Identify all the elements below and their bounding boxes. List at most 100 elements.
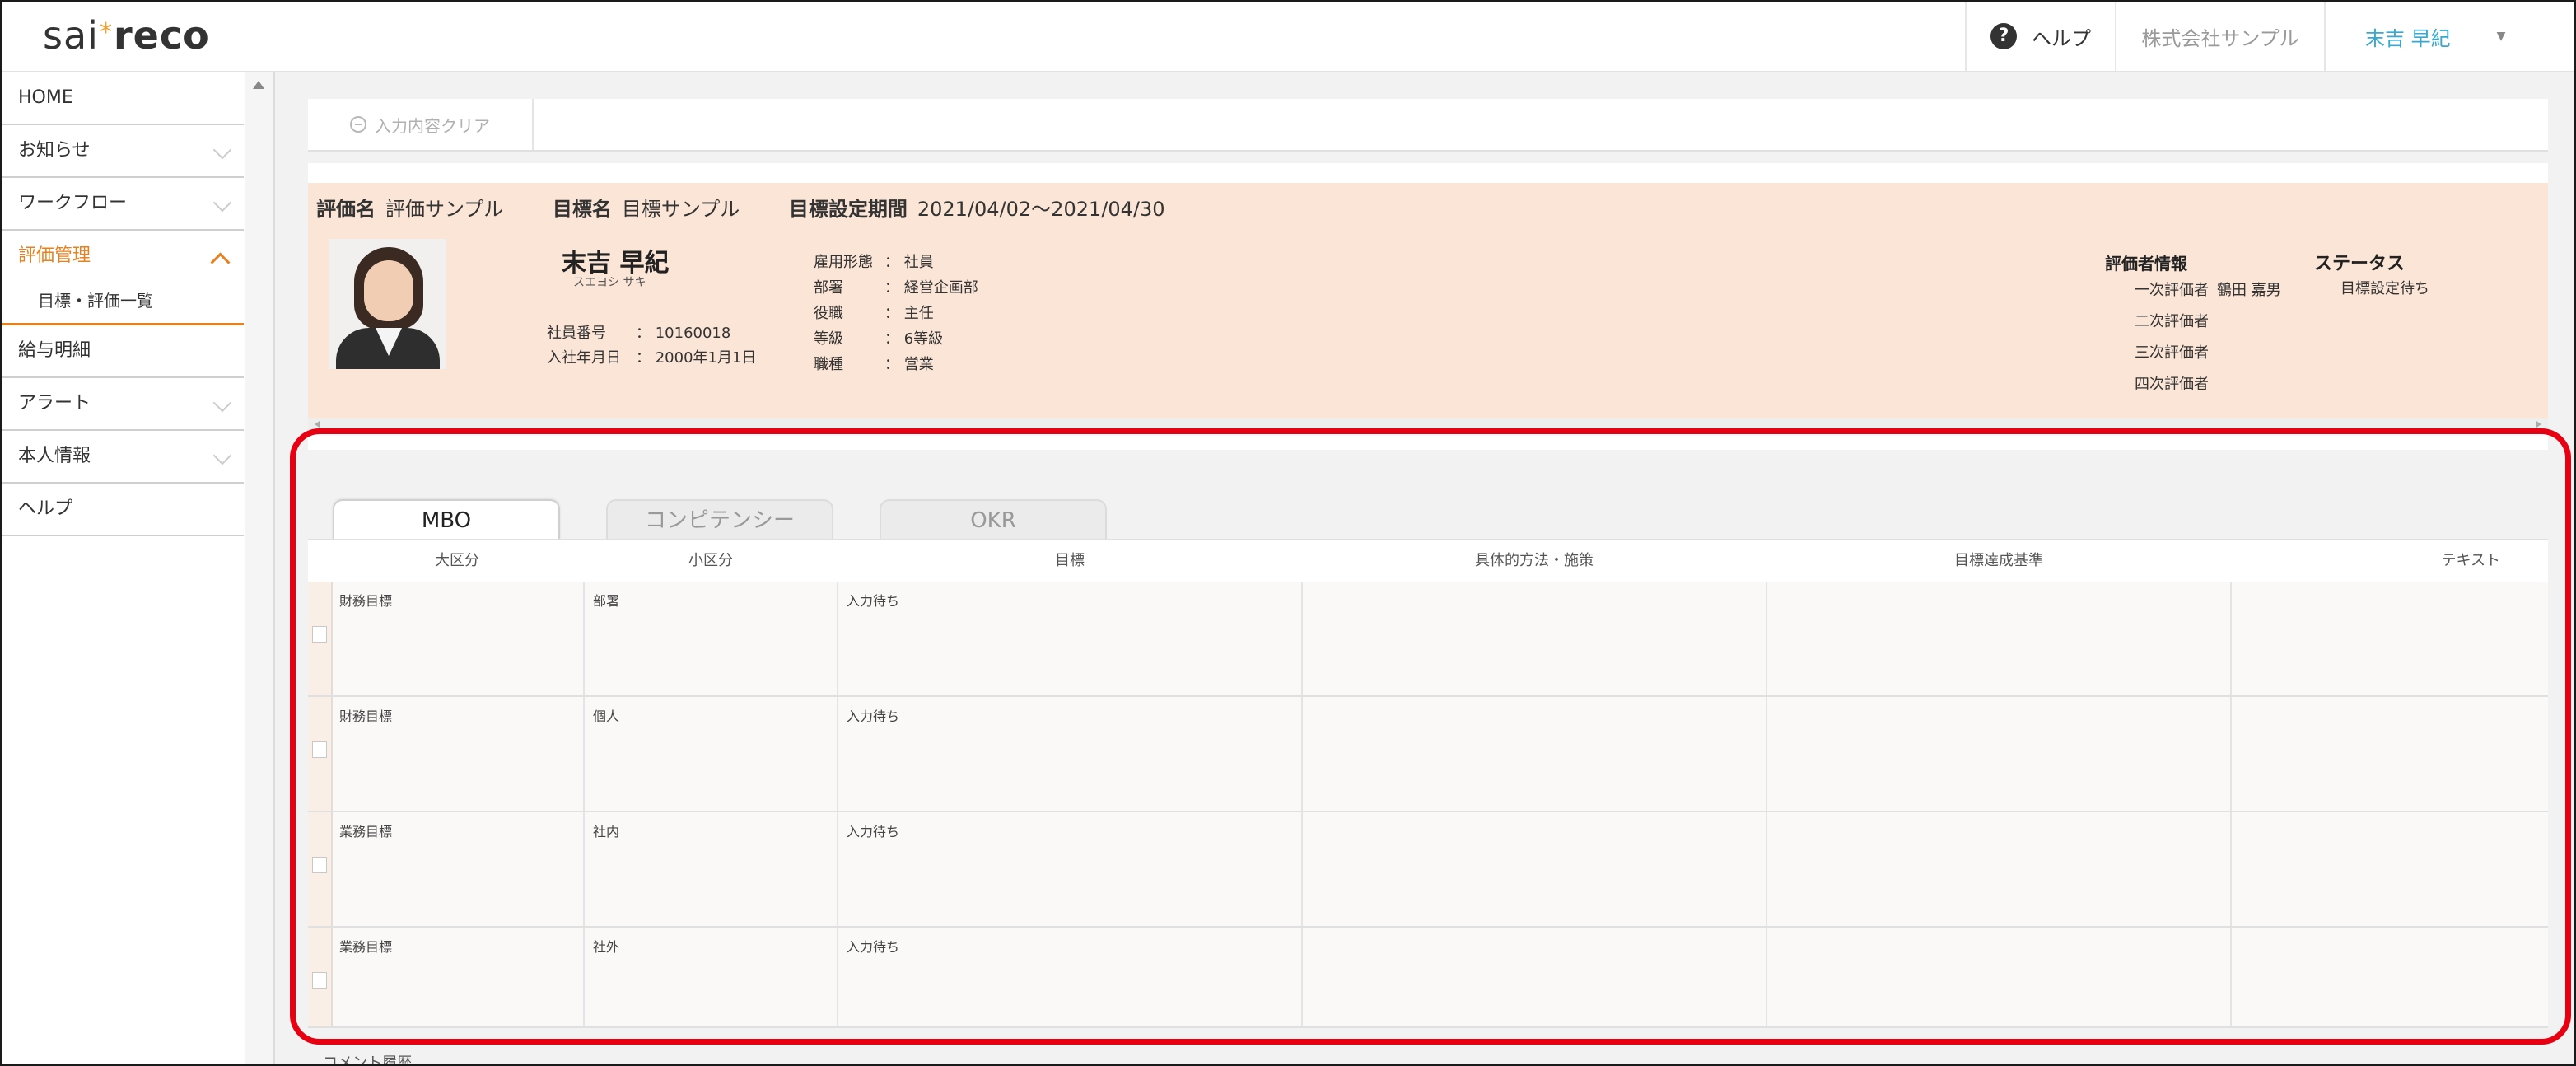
table-row[interactable]: 業務目標 社外 入力待ち — [308, 928, 2548, 1028]
sidebar-item-alert[interactable]: アラート — [2, 378, 244, 431]
evaluator-name: 鶴田 嘉男 — [2217, 282, 2281, 299]
row-drag-handle[interactable] — [308, 697, 333, 811]
cell-goal[interactable]: 入力待ち — [838, 928, 1303, 1026]
cell-minor[interactable]: 社内 — [585, 812, 838, 926]
user-name: 末吉 早紀 — [2365, 26, 2451, 50]
logo[interactable]: sai*reco — [43, 13, 210, 58]
column-header-criteria: 目標達成基準 — [1954, 552, 2043, 569]
tab-competency[interactable]: コンピテンシー — [606, 499, 833, 539]
header-company-name: 株式会社サンプル — [2115, 2, 2324, 71]
row-checkbox[interactable] — [312, 972, 327, 989]
sidebar-item-profile[interactable]: 本人情報 — [2, 431, 244, 484]
horizontal-scrollbar[interactable] — [308, 418, 2548, 430]
cell-criteria[interactable] — [1767, 582, 2232, 695]
row-checkbox[interactable] — [312, 741, 327, 758]
cell-minor[interactable]: 部署 — [585, 582, 838, 695]
detail-value: ： 経営企画部 — [884, 279, 978, 297]
cell-method[interactable] — [1303, 928, 1767, 1026]
detail-value: ： 営業 — [884, 356, 934, 373]
sidebar-item-notices[interactable]: お知らせ — [2, 125, 244, 178]
sidebar-subitem-goal-list[interactable]: 目標・評価一覧 — [2, 282, 244, 325]
detail-label: 等級 — [814, 330, 843, 348]
header-user-menu[interactable]: 末吉 早紀 ▼ — [2324, 2, 2574, 71]
sidebar-item-label: お知らせ — [18, 140, 91, 161]
evaluator-info-title: 評価者情報 — [2105, 254, 2187, 274]
column-header-major: 大区分 — [435, 552, 479, 569]
evaluator-label: 四次評価者 — [2135, 376, 2209, 393]
cell-text[interactable] — [2232, 812, 2548, 926]
company-label: 株式会社サンプル — [2141, 26, 2299, 50]
cell-text[interactable] — [2232, 582, 2548, 695]
target-name-label: 目標名 — [552, 198, 612, 221]
sidebar-item-label: 評価管理 — [18, 245, 91, 266]
sidebar-item-label: 本人情報 — [18, 446, 91, 466]
detail-job-type: 職種 ： 営業 — [814, 353, 934, 374]
header-help-button[interactable]: ? ヘルプ — [1965, 2, 2115, 71]
employee-kana: スエヨシ サキ — [573, 276, 646, 289]
detail-label: 職種 — [814, 356, 843, 373]
row-checkbox[interactable] — [312, 626, 327, 643]
cell-major[interactable]: 財務目標 — [331, 582, 585, 695]
evaluator-4: 四次評価者 — [2135, 372, 2209, 394]
tab-mbo[interactable]: MBO — [333, 499, 560, 540]
chevron-up-icon — [210, 252, 231, 273]
sidebar-item-label: 給与明細 — [18, 340, 91, 361]
employee-number-label: 社員番号 — [547, 325, 606, 342]
cell-goal[interactable]: 入力待ち — [838, 582, 1303, 695]
cell-text[interactable] — [2232, 928, 2548, 1026]
sidebar-item-label: HOME — [18, 87, 73, 108]
sidebar-menu: HOME お知らせ ワークフロー 評価管理 目標・評価一覧 給与明細 アラート … — [2, 72, 244, 536]
cell-criteria[interactable] — [1767, 812, 2232, 926]
employee-join-date: 入社年月日 ： 2000年1月1日 — [547, 346, 756, 367]
join-date-label: 入社年月日 — [547, 349, 621, 367]
comment-history-label[interactable]: コメント履歴 — [323, 1051, 412, 1064]
cell-major[interactable]: 財務目標 — [331, 697, 585, 811]
sidebar-item-home[interactable]: HOME — [2, 72, 244, 125]
cell-text[interactable] — [2232, 697, 2548, 811]
row-drag-handle[interactable] — [308, 582, 333, 695]
cell-minor[interactable]: 社外 — [585, 928, 838, 1026]
chevron-down-icon — [212, 393, 232, 413]
sidebar: HOME お知らせ ワークフロー 評価管理 目標・評価一覧 給与明細 アラート … — [2, 72, 275, 1064]
clear-input-button[interactable]: 入力内容クリア — [308, 99, 534, 150]
table-row[interactable]: 業務目標 社内 入力待ち — [308, 812, 2548, 928]
sidebar-item-payslip[interactable]: 給与明細 — [2, 325, 244, 378]
spacer — [308, 163, 2548, 183]
cell-goal[interactable]: 入力待ち — [838, 812, 1303, 926]
cell-method[interactable] — [1303, 697, 1767, 811]
chevron-down-icon: ▼ — [2496, 30, 2506, 43]
scroll-right-arrow-icon[interactable] — [2536, 421, 2541, 428]
scroll-up-arrow-icon[interactable] — [253, 81, 264, 89]
cell-method[interactable] — [1303, 812, 1767, 926]
sidebar-scrollbar[interactable] — [245, 72, 273, 1064]
sidebar-item-evaluation[interactable]: 評価管理 — [2, 231, 244, 282]
logo-text-right: reco — [113, 13, 210, 58]
detail-department: 部署 ： 経営企画部 — [814, 276, 978, 297]
table-row[interactable]: 財務目標 個人 入力待ち — [308, 697, 2548, 812]
top-header: sai*reco ? ヘルプ 株式会社サンプル 末吉 早紀 ▼ — [2, 2, 2574, 72]
sidebar-item-workflow[interactable]: ワークフロー — [2, 178, 244, 231]
evaluator-label: 二次評価者 — [2135, 313, 2209, 330]
cell-method[interactable] — [1303, 582, 1767, 695]
period-value: 2021/04/02〜2021/04/30 — [917, 198, 1165, 221]
sidebar-item-help[interactable]: ヘルプ — [2, 484, 244, 536]
cell-major[interactable]: 業務目標 — [331, 812, 585, 926]
tab-okr[interactable]: OKR — [880, 499, 1107, 539]
cell-goal[interactable]: 入力待ち — [838, 697, 1303, 811]
row-checkbox[interactable] — [312, 857, 327, 873]
row-drag-handle[interactable] — [308, 812, 333, 926]
sidebar-item-label: ヘルプ — [18, 498, 73, 519]
row-drag-handle[interactable] — [308, 928, 333, 1026]
evaluator-label: 一次評価者 — [2135, 282, 2209, 299]
table-row[interactable]: 財務目標 部署 入力待ち — [308, 582, 2548, 697]
cell-major[interactable]: 業務目標 — [331, 928, 585, 1026]
cell-criteria[interactable] — [1767, 697, 2232, 811]
join-date-value: ： 2000年1月1日 — [636, 349, 757, 367]
cell-minor[interactable]: 個人 — [585, 697, 838, 811]
cell-criteria[interactable] — [1767, 928, 2232, 1026]
evaluator-3: 三次評価者 — [2135, 341, 2209, 362]
column-header-goal: 目標 — [1055, 552, 1085, 569]
eval-name-value: 評価サンプル — [385, 198, 504, 221]
detail-value: ： 6等級 — [884, 330, 944, 348]
scroll-left-arrow-icon[interactable] — [315, 421, 320, 428]
